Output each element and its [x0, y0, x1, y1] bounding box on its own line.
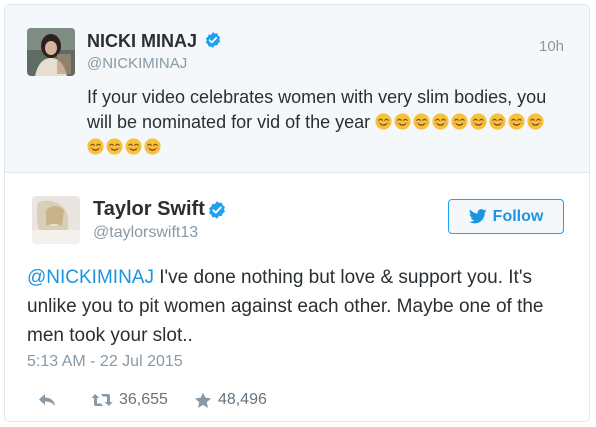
- smiling-face-emoji: [106, 138, 123, 155]
- quoted-tweet-time[interactable]: 10h: [539, 38, 564, 55]
- reply-button[interactable]: [37, 392, 57, 408]
- quoted-tweet-text: If your video celebrates women with very…: [87, 85, 557, 160]
- quoted-text-line2: will be nominated for vid of the year: [87, 112, 371, 132]
- smiling-face-emoji: [394, 113, 411, 130]
- taylor-avatar[interactable]: [32, 196, 80, 244]
- reply-icon: [39, 394, 55, 406]
- quoted-tweet[interactable]: NICKI MINAJ @NICKIMINAJ 10h If your vide…: [5, 5, 589, 173]
- author-name[interactable]: Taylor Swift: [93, 198, 205, 221]
- author-handle[interactable]: @taylorswift13: [93, 224, 198, 242]
- retweet-icon: [91, 394, 113, 406]
- smiling-face-emoji: [470, 113, 487, 130]
- tweet-card: NICKI MINAJ @NICKIMINAJ 10h If your vide…: [4, 4, 590, 422]
- follow-button[interactable]: Follow: [448, 199, 564, 234]
- nicki-avatar[interactable]: [27, 28, 75, 76]
- quoted-text-line1: If your video celebrates women with very…: [87, 87, 547, 107]
- tweet-text: @NICKIMINAJ I've done nothing but love &…: [27, 263, 575, 350]
- favorite-count: 48,496: [217, 391, 267, 408]
- smiling-face-emoji: [527, 113, 544, 130]
- bird-icon: [468, 209, 487, 224]
- smiling-face-emoji: [508, 113, 525, 130]
- smiling-face-emoji: [144, 138, 161, 155]
- smiling-face-emoji: [451, 113, 468, 130]
- smiling-face-emoji: [413, 113, 430, 130]
- tweet-timestamp[interactable]: 5:13 AM - 22 Jul 2015: [27, 353, 183, 371]
- mention-link[interactable]: @NICKIMINAJ: [27, 267, 154, 288]
- tweet-actions: 36,655 48,496: [37, 389, 267, 411]
- emoji-group: [87, 135, 557, 160]
- retweet-button[interactable]: 36,655: [91, 391, 168, 409]
- retweet-count: 36,655: [119, 391, 168, 408]
- emoji-group: [375, 110, 546, 135]
- quoted-author-name[interactable]: NICKI MINAJ: [87, 31, 197, 52]
- smiling-face-emoji: [375, 113, 392, 130]
- smiling-face-emoji: [432, 113, 449, 130]
- verified-badge-icon: [205, 32, 221, 48]
- smiling-face-emoji: [125, 138, 142, 155]
- smiling-face-emoji: [87, 138, 104, 155]
- verified-badge-icon: [209, 201, 225, 219]
- quoted-author-handle[interactable]: @NICKIMINAJ: [87, 55, 187, 72]
- smiling-face-emoji: [489, 113, 506, 130]
- follow-label: Follow: [492, 207, 544, 225]
- favorite-button[interactable]: 48,496: [194, 391, 267, 409]
- star-icon: [194, 392, 211, 408]
